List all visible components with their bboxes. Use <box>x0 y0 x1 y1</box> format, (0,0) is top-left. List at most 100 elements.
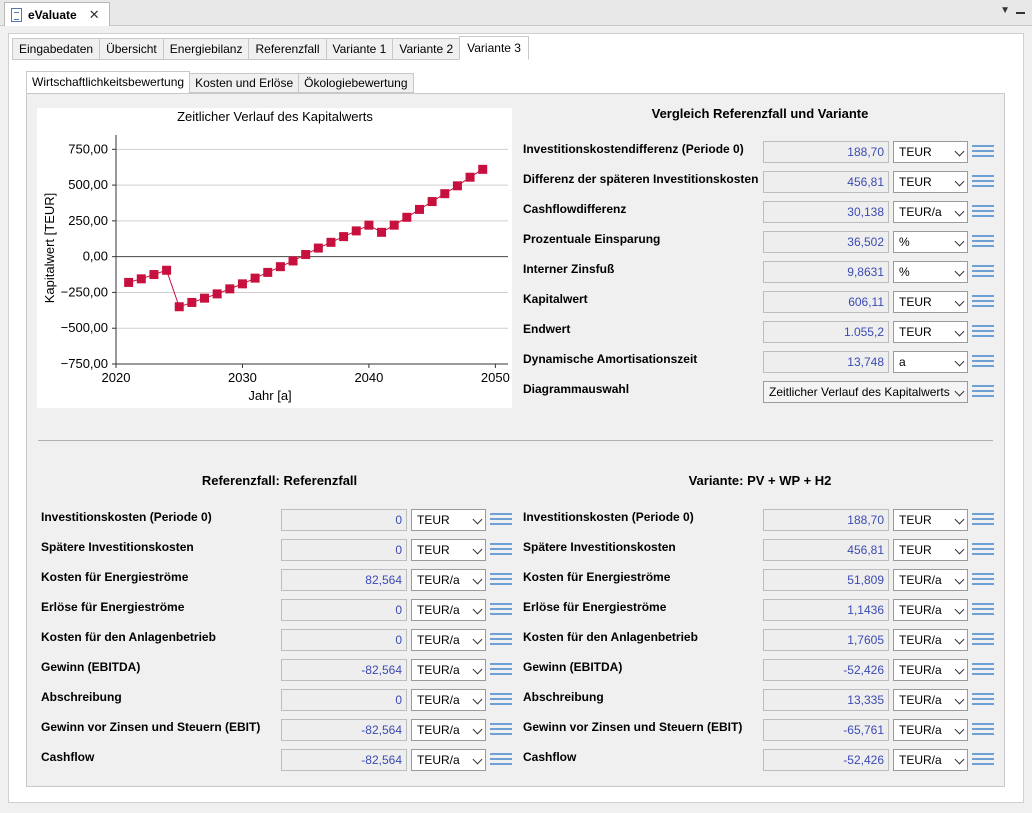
close-icon[interactable]: ✕ <box>89 7 100 23</box>
reference-unit-select[interactable]: TEUR/a <box>411 719 486 741</box>
tab-energiebilanz[interactable]: Energiebilanz <box>162 38 250 60</box>
comparison-unit-select[interactable]: % <box>893 231 968 253</box>
tab-kosten-und-erloese[interactable]: Kosten und Erlöse <box>189 73 300 93</box>
unit-select-value: TEUR/a <box>899 603 942 617</box>
variant-unit-select[interactable]: TEUR/a <box>893 599 968 621</box>
variant-unit-select[interactable]: TEUR/a <box>893 659 968 681</box>
list-icon[interactable] <box>972 692 994 708</box>
variant-value-field[interactable]: -52,426 <box>763 659 889 681</box>
list-icon[interactable] <box>490 542 512 558</box>
tab-variante-3[interactable]: Variante 3 <box>459 36 529 60</box>
view-menu-icon[interactable]: ▼ <box>1000 5 1010 16</box>
reference-value-field[interactable]: -82,564 <box>281 659 407 681</box>
diagram-select[interactable]: Zeitlicher Verlauf des Kapitalwerts <box>763 381 968 403</box>
list-icon[interactable] <box>490 632 512 648</box>
variant-unit-select[interactable]: TEUR/a <box>893 719 968 741</box>
reference-value-field[interactable]: 0 <box>281 539 407 561</box>
list-icon[interactable] <box>490 602 512 618</box>
reference-unit-select[interactable]: TEUR/a <box>411 569 486 591</box>
comparison-value-field[interactable]: 606,11 <box>763 291 889 313</box>
reference-unit-select[interactable]: TEUR/a <box>411 689 486 711</box>
comparison-unit-select[interactable]: TEUR <box>893 141 968 163</box>
comparison-unit-select[interactable]: TEUR <box>893 321 968 343</box>
list-icon[interactable] <box>972 234 994 250</box>
tab-wirtschaftlichkeitsbewertung[interactable]: Wirtschaftlichkeitsbewertung <box>26 71 191 93</box>
comparison-unit-select[interactable]: TEUR/a <box>893 201 968 223</box>
comparison-value-field[interactable]: 9,8631 <box>763 261 889 283</box>
view-tab-evaluate[interactable]: eValuate ✕ <box>4 2 110 26</box>
chart-title: Zeitlicher Verlauf des Kapitalwerts <box>177 109 373 124</box>
reference-unit-select[interactable]: TEUR/a <box>411 599 486 621</box>
comparison-value-field[interactable]: 13,748 <box>763 351 889 373</box>
comparison-value-field[interactable]: 1.055,2 <box>763 321 889 343</box>
list-icon[interactable] <box>490 572 512 588</box>
list-icon[interactable] <box>972 572 994 588</box>
list-icon[interactable] <box>972 662 994 678</box>
reference-value-field[interactable]: 0 <box>281 509 407 531</box>
variant-unit-select[interactable]: TEUR <box>893 539 968 561</box>
comparison-unit-select[interactable]: a <box>893 351 968 373</box>
variant-value-field[interactable]: 188,70 <box>763 509 889 531</box>
comparison-unit-select[interactable]: TEUR <box>893 291 968 313</box>
variant-value-field[interactable]: -52,426 <box>763 749 889 771</box>
reference-value-field[interactable]: 82,564 <box>281 569 407 591</box>
data-point <box>149 270 159 280</box>
variant-value-field[interactable]: 13,335 <box>763 689 889 711</box>
variant-unit-select[interactable]: TEUR/a <box>893 749 968 771</box>
comparison-value-field[interactable]: 456,81 <box>763 171 889 193</box>
list-icon[interactable] <box>490 752 512 768</box>
variant-value-field[interactable]: 1,7605 <box>763 629 889 651</box>
variant-value-field[interactable]: 456,81 <box>763 539 889 561</box>
reference-value-field[interactable]: -82,564 <box>281 749 407 771</box>
variant-unit-select[interactable]: TEUR <box>893 509 968 531</box>
variant-value-field[interactable]: -65,761 <box>763 719 889 741</box>
tab-uebersicht[interactable]: Übersicht <box>99 38 164 60</box>
reference-value-field[interactable]: 0 <box>281 689 407 711</box>
reference-unit-select[interactable]: TEUR/a <box>411 629 486 651</box>
list-icon[interactable] <box>972 722 994 738</box>
list-icon[interactable] <box>972 264 994 280</box>
list-icon[interactable] <box>972 602 994 618</box>
variant-value-field[interactable]: 51,809 <box>763 569 889 591</box>
tab-referenzfall[interactable]: Referenzfall <box>248 38 327 60</box>
list-icon[interactable] <box>972 324 994 340</box>
comparison-unit-select[interactable]: TEUR <box>893 171 968 193</box>
tab-variante-2[interactable]: Variante 2 <box>392 38 461 60</box>
variant-value-field[interactable]: 1,1436 <box>763 599 889 621</box>
tab-eingabedaten[interactable]: Eingabedaten <box>12 38 101 60</box>
reference-value-field[interactable]: -82,564 <box>281 719 407 741</box>
comparison-value-field[interactable]: 36,502 <box>763 231 889 253</box>
reference-unit-select[interactable]: TEUR/a <box>411 659 486 681</box>
list-icon[interactable] <box>972 294 994 310</box>
variant-unit-select[interactable]: TEUR/a <box>893 569 968 591</box>
list-icon[interactable] <box>972 512 994 528</box>
reference-value-field[interactable]: 0 <box>281 599 407 621</box>
list-icon[interactable] <box>972 144 994 160</box>
comparison-unit-select[interactable]: % <box>893 261 968 283</box>
list-icon[interactable] <box>490 692 512 708</box>
minimize-icon[interactable] <box>1016 12 1025 14</box>
variant-unit-select[interactable]: TEUR/a <box>893 629 968 651</box>
list-icon[interactable] <box>972 632 994 648</box>
list-icon[interactable] <box>972 204 994 220</box>
list-icon[interactable] <box>490 722 512 738</box>
unit-select-value: TEUR/a <box>417 723 460 737</box>
comparison-value-field[interactable]: 188,70 <box>763 141 889 163</box>
tab-oekologiebewertung[interactable]: Ökologiebewertung <box>298 73 414 93</box>
list-icon[interactable] <box>972 542 994 558</box>
tab-variante-1[interactable]: Variante 1 <box>325 38 394 60</box>
comparison-value-field[interactable]: 30,138 <box>763 201 889 223</box>
reference-unit-select[interactable]: TEUR/a <box>411 749 486 771</box>
reference-unit-select[interactable]: TEUR <box>411 509 486 531</box>
list-icon[interactable] <box>972 174 994 190</box>
variant-unit-select[interactable]: TEUR/a <box>893 689 968 711</box>
chevron-down-icon <box>954 604 965 615</box>
chart-svg: 750,00 500,00 250,00 0,00 −250,00 −500,00 −750… <box>42 109 510 403</box>
list-icon[interactable] <box>972 752 994 768</box>
list-icon[interactable] <box>490 662 512 678</box>
reference-value-field[interactable]: 0 <box>281 629 407 651</box>
list-icon[interactable] <box>490 512 512 528</box>
list-icon[interactable] <box>972 384 994 400</box>
list-icon[interactable] <box>972 354 994 370</box>
reference-unit-select[interactable]: TEUR <box>411 539 486 561</box>
